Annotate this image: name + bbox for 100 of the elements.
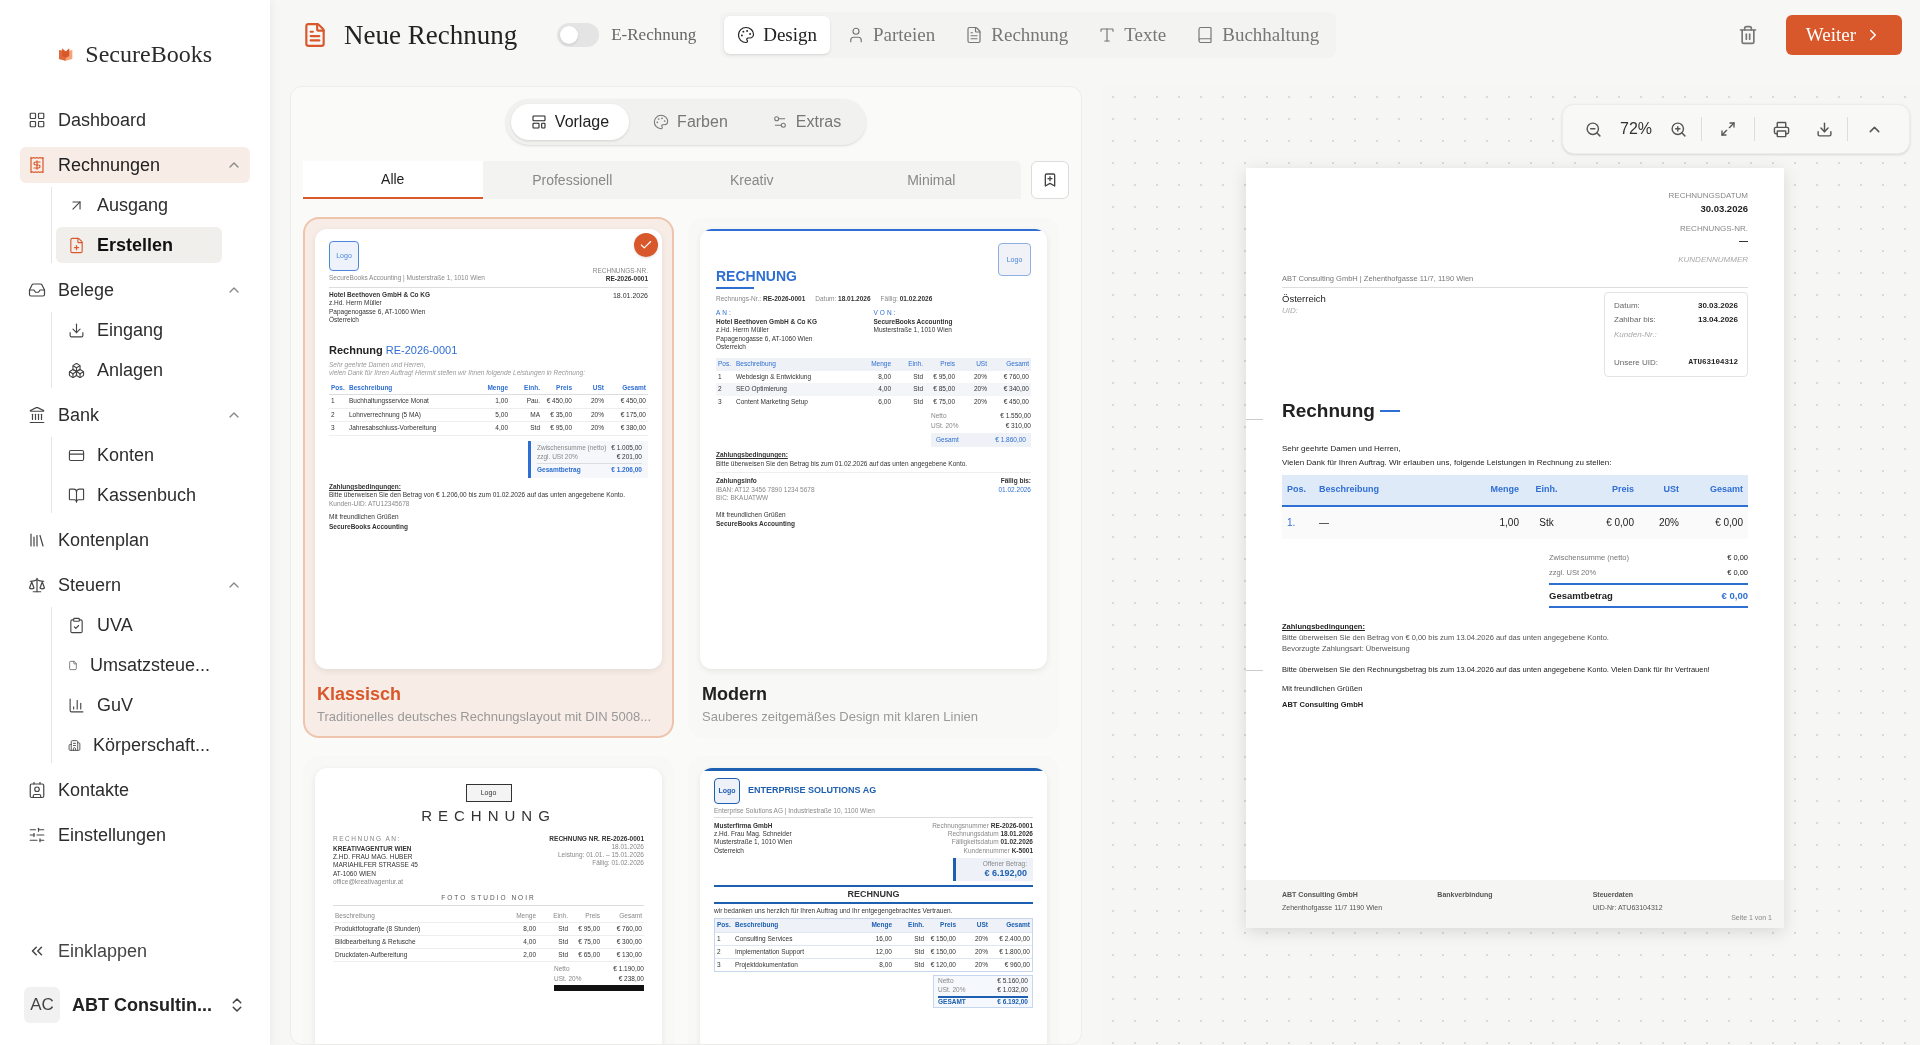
expand-icon[interactable] [1720,121,1736,137]
zoom-level: 72% [1619,119,1653,139]
column-header: Einh. [1534,483,1559,497]
sidebar-subitem[interactable]: Eingang [56,312,222,348]
bookmark-button[interactable] [1031,161,1069,199]
table-cell-text: Stk [1538,515,1555,530]
label: RECHNUNGSDATUM [1668,190,1748,202]
e-rechnung-toggle[interactable] [557,23,600,47]
sidebar-item[interactable]: Rechnungen [20,147,250,183]
table-cell-text: 20% [1658,515,1679,530]
person-icon [847,26,865,44]
template-description: Sauberes zeitgemäßes Design mit klaren Linien [701,708,980,726]
greeting-text: Sehr geehrte Damen und Herren, [1282,442,1402,455]
document-icon [965,26,984,44]
next-button[interactable]: Weiter [1785,15,1902,55]
nav-icon [28,576,46,594]
nav-icon [68,236,85,254]
info-label: Kunden-Nr.: [1614,328,1657,341]
delete-icon[interactable] [1737,25,1758,45]
sidebar-subitem[interactable]: Körperschaft... [56,727,222,763]
sidebar-item[interactable]: Belege [20,272,250,308]
zoom-in-icon[interactable] [1670,120,1687,138]
sidebar-item[interactable]: Dashboard [20,102,250,138]
column-header: Gesamt [1708,483,1743,497]
download-icon[interactable] [1816,120,1833,138]
category-tab[interactable]: Alle [303,161,483,199]
sidebar-subitem[interactable]: Erstellen [56,227,222,263]
step-tab[interactable]: Parteien [834,16,949,54]
nav-icon [28,281,46,299]
sidebar-item[interactable]: Steuern [20,567,250,603]
template-name: Modern [701,683,768,706]
total-value: € 0,00 [1721,588,1748,603]
invoice-title: RECHNUNG [847,889,900,901]
nav-icon [28,111,46,129]
sidebar-subitem[interactable]: Konten [56,437,222,473]
sidebar-item[interactable]: Kontakte [20,772,250,808]
sidebar-item[interactable]: Kontenplan [20,522,250,558]
book-icon [1196,26,1215,44]
step-tab[interactable]: Texte [1085,16,1180,54]
table-cell-text: 1,00 [1498,515,1519,530]
nav-icon [28,156,46,174]
toggle-label: E-Rechnung [611,24,697,47]
nav-icon [28,531,46,549]
info-value: 13.04.2026 [1697,314,1738,326]
recipient-country: Österreich [1282,291,1326,306]
step-tab[interactable]: Rechnung [952,16,1082,54]
sidebar-subitem[interactable]: Umsatzsteue... [56,647,222,683]
template-description: Traditionelles deutsches Rechnungslayout mit DIN 5008... [316,708,653,726]
mode-tab[interactable]: Vorlage [510,104,630,140]
invoice-number: — [1739,234,1748,248]
invoice-title: Rechnung [1282,399,1375,423]
table-cell-text: 1. [1287,515,1297,530]
sidebar-item[interactable]: Einstellungen [20,817,250,853]
palette-icon [737,26,756,44]
intro-text: Vielen Dank für Ihren Auftrag. Wir erlauben uns, folgende Leistungen in Rechnung zu stellen: [1282,457,1613,469]
open-amount: € 6.192,00 [984,867,1027,879]
template-name: Klassisch [316,683,403,706]
uid-placeholder: UID: [1282,305,1299,317]
collapse-button[interactable]: Einklappen [20,933,250,969]
invoice-number: RE-2026-0001 [385,342,458,357]
column-header: Beschreibung [1319,483,1380,497]
nav-icon [68,616,85,634]
nav-icon [28,406,46,424]
invoice-title: Rechnung [329,342,383,357]
nav-icon [28,781,46,799]
table-cell-text: — [1319,515,1330,530]
print-icon[interactable] [1773,120,1790,138]
account-switcher[interactable]: AC ABT Consultin... [20,985,250,1025]
sidebar-item[interactable]: Bank [20,397,250,433]
sidebar-subitem[interactable]: Ausgang [56,187,222,223]
column-header: Preis [1610,483,1634,497]
text-icon [1098,26,1117,44]
mode-tab[interactable]: Extras [751,104,862,140]
step-tab[interactable]: Buchhaltung [1183,16,1333,54]
sidebar-subitem[interactable]: GuV [56,687,222,723]
invoice-date: 30.03.2026 [1700,201,1748,216]
bookmark-icon [1042,172,1058,188]
mode-tab[interactable]: Farben [633,104,748,140]
table-cell-text: € 0,00 [1714,515,1743,530]
zoom-out-icon[interactable] [1585,120,1602,138]
column-header: Pos. [1287,483,1307,497]
page-title: Neue Rechnung [344,18,518,52]
nav-icon [68,696,85,714]
info-value: 30.03.2026 [1697,299,1738,312]
template-card[interactable] [303,217,674,738]
step-tab[interactable]: Design [724,16,830,54]
table-cell-text: € 0,00 [1605,515,1634,530]
column-header: Menge [1489,483,1519,497]
nav-icon [28,826,46,844]
invoice-title: RECHNUNG [421,807,556,825]
document-icon [302,22,328,48]
brand-name: SecureBooks [85,40,212,69]
sidebar-subitem[interactable]: Kassenbuch [56,477,222,513]
nav-icon [68,361,85,379]
palette-icon [653,114,670,130]
avatar: AC [24,987,60,1023]
sidebar-subitem[interactable]: UVA [56,607,222,643]
sidebar-subitem[interactable]: Anlagen [56,352,222,388]
label: RECHNUNGS-NR. [1680,223,1748,235]
sliders-icon [771,114,788,130]
